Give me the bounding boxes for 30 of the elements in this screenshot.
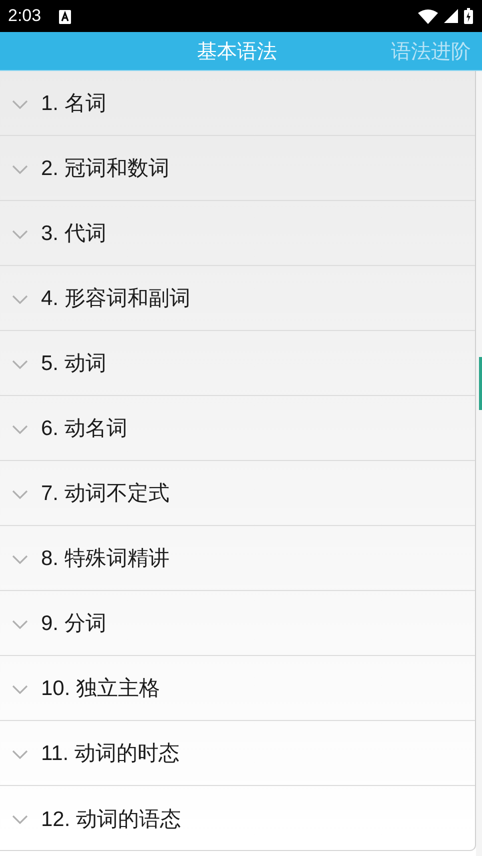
section-row[interactable]: 12. 动词的语态 [0,786,475,851]
section-title: 1. 名词 [41,91,106,117]
section-title: 11. 动词的时态 [41,741,180,767]
section-title: 5. 动词 [41,351,106,377]
section-title: 3. 代词 [41,221,106,247]
section-title: 4. 形容词和副词 [41,286,190,312]
section-title: 7. 动词不定式 [41,481,170,507]
section-row[interactable]: 1. 名词 [0,71,475,136]
section-row[interactable]: 3. 代词 [0,201,475,266]
section-row[interactable]: 8. 特殊词精讲 [0,526,475,591]
section-title: 2. 冠词和数词 [41,156,170,182]
section-row[interactable]: 9. 分词 [0,591,475,656]
section-title: 6. 动名词 [41,416,128,442]
section-row[interactable]: 2. 冠词和数词 [0,136,475,201]
section-title: 9. 分词 [41,611,106,637]
section-row[interactable]: 5. 动词 [0,331,475,396]
section-row[interactable]: 10. 独立主格 [0,656,475,721]
section-row[interactable]: 4. 形容词和副词 [0,266,475,331]
battery-icon [464,8,473,24]
section-row[interactable]: 6. 动名词 [0,396,475,461]
section-title: 10. 独立主格 [41,676,160,702]
section-row[interactable]: 11. 动词的时态 [0,721,475,786]
signal-icon [444,9,458,23]
side-marker [479,357,482,410]
section-title: 12. 动词的语态 [41,806,182,832]
notification-icon [59,10,72,24]
section-title: 8. 特殊词精讲 [41,546,170,572]
section-row[interactable]: 7. 动词不定式 [0,461,475,526]
wifi-icon [418,8,438,24]
status-time: 2:03 [8,6,42,26]
